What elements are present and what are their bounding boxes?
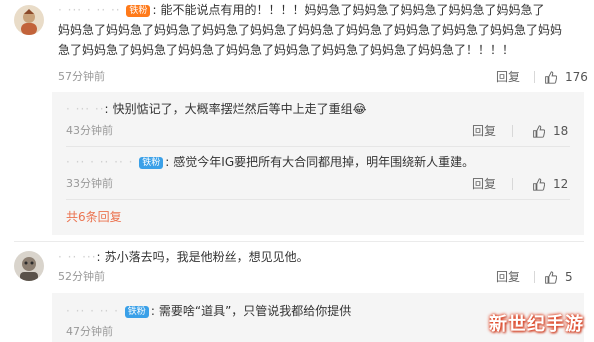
timestamp: 33分钟前 [66,177,113,190]
timestamp: 47分钟前 [66,325,113,338]
comment-text: 苏小落去吗，我是他粉丝，想见见他。 [104,250,309,264]
watermark-logo: 新世纪手游 [489,314,584,335]
timestamp: 57分钟前 [58,70,105,83]
thumbs-up-icon [545,70,557,84]
like-count: 18 [553,124,569,138]
reply-button[interactable]: 回复 [496,267,520,287]
sub-replies: · ··· ··: 快别惦记了，大概率摆烂然后等中上走了重组😂 43分钟前 回复 … [52,92,584,235]
like-button[interactable]: 12 [532,174,568,194]
username[interactable]: · ··· · ·· ·· [58,3,121,17]
fan-badge: 铁粉 [139,157,164,169]
reply-button[interactable]: 回复 [496,67,520,87]
like-count: 176 [565,70,588,84]
like-count: 12 [553,177,569,191]
thumbs-up-icon [545,270,557,284]
reply-button[interactable]: 回复 [472,121,496,141]
like-button[interactable]: 176 [544,67,588,87]
reply-item: · ·· · ·· ·· · 铁粉: 感觉今年IG要把所有大合同都甩掉，明年围绕新… [66,152,570,191]
comment-item: · ·· ···: 苏小落去吗，我是他粉丝，想见见他。 52分钟前 回复 5 [14,245,584,285]
avatar[interactable] [14,251,44,281]
reply-item: · ··· ··: 快别惦记了，大概率摆烂然后等中上走了重组😂 43分钟前 回复 … [66,99,570,138]
fan-badge: 铁粉 [126,5,151,17]
timestamp: 52分钟前 [58,270,105,283]
avatar[interactable] [14,5,44,35]
comment-text: 需要啥“道具”，只管说我都给你提供 [158,304,352,318]
fan-badge: 铁粉 [124,306,149,318]
like-button[interactable]: 5 [544,267,573,287]
username[interactable]: · ··· ·· [66,102,105,116]
username[interactable]: · ·· ··· [58,250,97,264]
comment-item: · ··· · ·· ·· 铁粉: 能不能说点有用的！！！！妈妈急了妈妈急了妈妈急… [14,0,588,92]
emoji: 😂 [352,102,367,116]
divider [14,241,584,242]
like-count: 5 [565,270,573,284]
username[interactable]: · ·· · ·· ·· · [66,155,133,169]
comment-text: 感觉今年IG要把所有大合同都甩掉，明年围绕新人重建。 [173,155,475,169]
more-replies-link[interactable]: 共6条回复 [66,208,122,225]
comment-text: 妈妈急了妈妈急了妈妈急了妈妈急了妈妈急了妈妈急了妈妈急了妈妈急了妈妈急了妈妈急了… [58,23,563,37]
timestamp: 43分钟前 [66,124,113,137]
like-button[interactable]: 18 [532,121,568,141]
thumbs-up-icon [533,124,545,138]
comment-text: 快别惦记了，大概率摆烂然后等中上走了重组 [112,102,353,116]
reply-button[interactable]: 回复 [472,174,496,194]
username[interactable]: · ·· · ·· · [66,304,119,318]
comment-text: 急了妈妈急了妈妈急了妈妈急了妈妈急了妈妈急了妈妈急了妈妈急了妈妈急了！！！！ [58,43,515,57]
comment-text: 能不能说点有用的！！！！妈妈急了妈妈急了妈妈急了妈妈急了妈妈急了 [160,3,545,17]
thumbs-up-icon [533,177,545,191]
